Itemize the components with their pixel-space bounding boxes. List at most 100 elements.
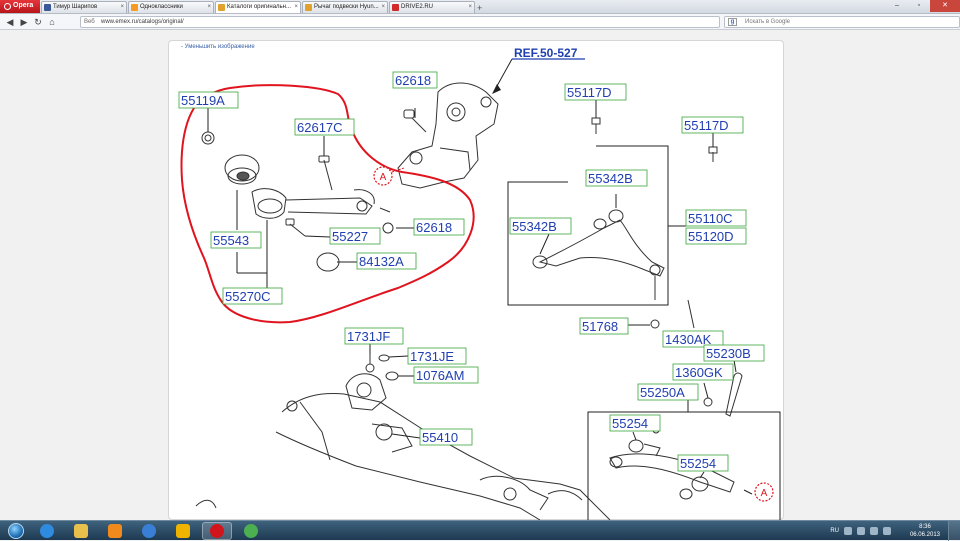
part-label-p55110C[interactable]: 55110C [685,209,747,227]
part-label-text: 55110C [688,211,733,226]
part-label-p55119A[interactable]: 55119A [178,91,239,109]
suspension-diagram[interactable]: REF.50-527 A A 55119A62617C6261862618552… [0,30,960,520]
part-label-p55342Bb[interactable]: 55342B [509,217,572,235]
taskbar-app-button[interactable] [202,521,232,540]
forward-button[interactable]: ▶ [17,15,31,29]
language-indicator[interactable]: RU [830,528,839,534]
part-label-text: 55543 [213,233,249,248]
part-label-p55254a[interactable]: 55254 [609,414,661,432]
browser-tab[interactable]: Рычаг подвески Hyun... × [302,1,388,13]
search-input[interactable]: g Искать в Google [724,16,960,28]
part-label-p84132A[interactable]: 84132A [356,252,417,270]
tab-close-icon[interactable]: × [294,2,298,13]
reload-button[interactable]: ↻ [31,15,45,29]
part-label-p1076AM[interactable]: 1076AM [413,366,479,384]
taskbar-app-button[interactable] [168,522,198,540]
start-button[interactable] [4,522,28,540]
search-placeholder: Искать в Google [745,19,791,25]
clock[interactable]: 8:36 06.06.2013 [910,523,940,539]
part-label-p62618b[interactable]: 62618 [413,218,465,236]
part-label-text: 55342B [588,171,633,186]
part-label-text: 1360GK [675,365,723,380]
taskbar-app-button[interactable] [134,522,164,540]
page-viewport: - Уменьшить изображение REF.50-527 A A 5… [0,30,960,520]
close-window-button[interactable]: ✕ [930,0,960,12]
taskbar-app-button[interactable] [32,522,62,540]
part-label-p1360GK[interactable]: 1360GK [672,363,734,381]
browser-tab[interactable]: DRIVE2.RU × [389,1,475,13]
tab-close-icon[interactable]: × [207,2,211,13]
tab-favicon-icon [392,4,399,11]
flag-icon[interactable] [883,527,891,535]
minimize-button[interactable]: – [886,0,908,12]
part-label-p55543[interactable]: 55543 [210,231,262,249]
avast-icon [176,523,190,538]
part-label-p55117Da[interactable]: 55117D [564,83,627,101]
back-button[interactable]: ◀ [3,15,17,29]
taskbar-app-button[interactable] [66,522,96,540]
part-label-p55410[interactable]: 55410 [419,428,473,446]
tab-label: Рычаг подвески Hyun... [314,4,379,10]
part-label-p55270C[interactable]: 55270C [222,287,283,305]
show-desktop-button[interactable] [948,521,960,541]
part-label-text: 55250A [640,385,685,400]
tab-close-icon[interactable]: × [381,2,385,13]
callout-marker-a-top-text: A [380,172,387,183]
part-label-text: 55119A [181,93,225,108]
part-label-p55254b[interactable]: 55254 [677,454,729,472]
part-label-text: 84132A [359,254,404,269]
callout-marker-a-bottom[interactable]: A [754,482,774,502]
part-label-p55117Db[interactable]: 55117D [681,116,744,134]
ref-label-text: REF.50-527 [514,46,578,60]
browser-tab[interactable]: Одноклассники × [128,1,214,13]
part-label-text: 55254 [680,456,716,471]
address-bar[interactable]: Веб www.emex.ru/catalogs/original/ [80,16,720,28]
tray-app-icon[interactable] [844,527,852,535]
part-label-text: 55410 [422,430,458,445]
part-label-p51768[interactable]: 51768 [579,317,629,335]
part-label-p55230B[interactable]: 55230B [703,344,765,362]
part-label-text: 1731JF [347,329,390,344]
part-label-text: 55270C [225,289,271,304]
browser-tab[interactable]: Каталоги оригинальн... × [215,1,301,13]
browser-tab[interactable]: Тимур Шарипов × [41,1,127,13]
part-label-p62617C[interactable]: 62617C [294,118,355,136]
callout-marker-a-top[interactable]: A [373,166,393,186]
url-prefix: Веб [84,19,95,25]
tab-close-icon[interactable]: × [468,2,472,13]
part-label-text: 51768 [582,319,618,334]
window-controls: – ▫ ✕ [886,0,960,12]
part-label-p62618a[interactable]: 62618 [392,71,438,89]
url-text: www.emex.ru/catalogs/original/ [101,19,184,25]
clock-time: 8:36 [919,524,931,530]
network-tray-icon[interactable] [857,527,865,535]
maximize-button[interactable]: ▫ [908,0,930,12]
tab-label: Тимур Шарипов [53,4,98,10]
explorer-icon [74,523,88,538]
knuckle-drawing [397,82,499,189]
windows-logo-icon [8,522,24,539]
part-label-p55120D[interactable]: 55120D [685,227,747,245]
tab-list: Тимур Шарипов × Одноклассники × Каталоги ори… [40,1,475,13]
tab-close-icon[interactable]: × [120,2,124,13]
part-label-p55342Ba[interactable]: 55342B [585,169,648,187]
taskbar: RU 8:36 06.06.2013 [0,520,960,541]
taskbar-app-button[interactable] [100,522,130,540]
subframe-drawing [195,354,611,520]
part-label-p55250A[interactable]: 55250A [637,383,699,401]
part-label-text: 62618 [395,73,431,88]
volume-icon[interactable] [870,527,878,535]
taskbar-app-button[interactable] [236,522,266,540]
part-label-text: 55230B [706,346,751,361]
new-tab-button[interactable]: + [477,3,489,13]
part-label-text: 55117D [684,118,729,133]
clock-date: 06.06.2013 [909,532,940,538]
tab-favicon-icon [218,4,225,11]
part-label-text: 1076AM [416,368,464,383]
home-button[interactable]: ⌂ [45,15,59,29]
part-label-p1731JE[interactable]: 1731JE [407,347,467,365]
part-label-p1731JF[interactable]: 1731JF [344,327,404,345]
opera-menu-button[interactable]: Opera [0,0,40,13]
part-label-p55227[interactable]: 55227 [329,227,381,245]
ie-icon [40,523,54,538]
